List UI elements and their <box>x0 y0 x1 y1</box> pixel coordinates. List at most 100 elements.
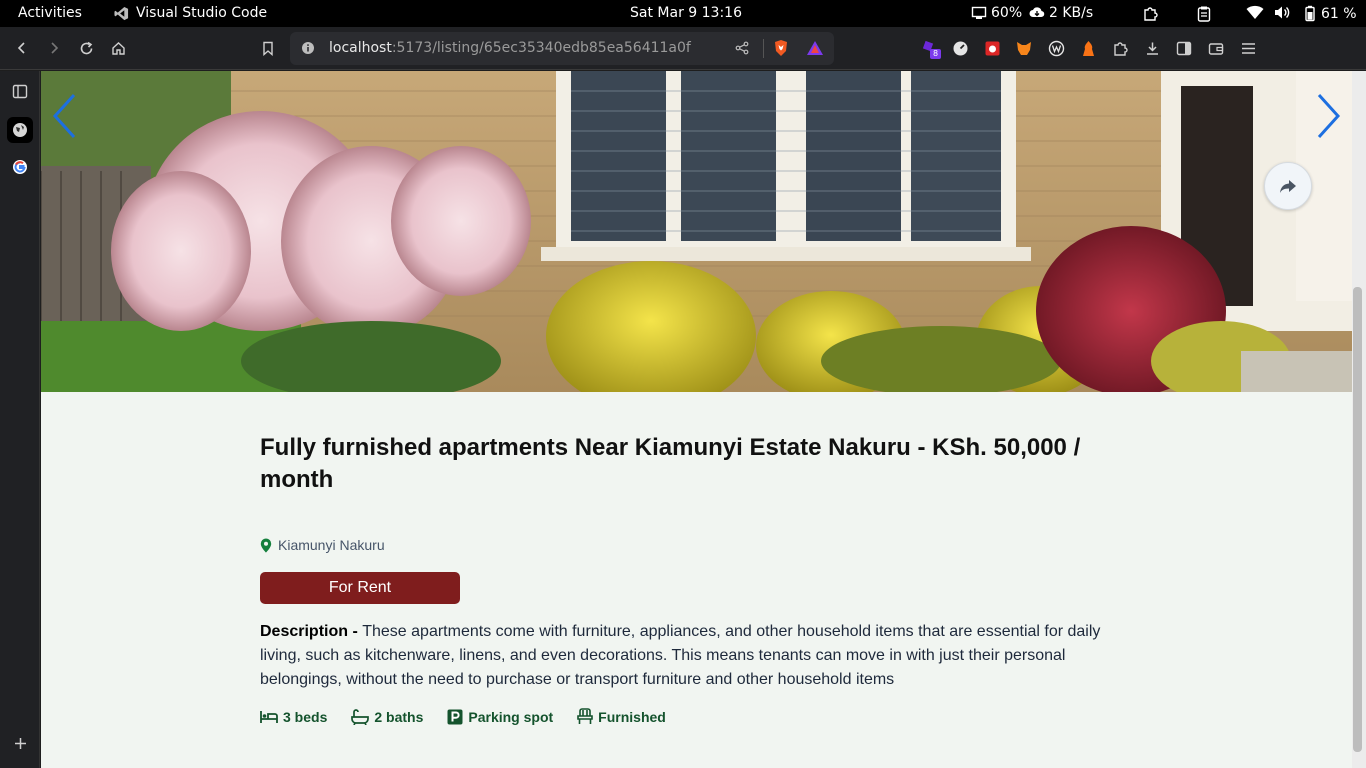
w-circle-icon <box>1048 40 1064 56</box>
listing-location: Kiamunyi Nakuru <box>260 537 385 553</box>
bed-icon <box>260 710 278 723</box>
downloads-button[interactable] <box>1138 35 1166 61</box>
extension-button-1[interactable]: 8 <box>917 35 945 61</box>
google-icon <box>13 160 27 174</box>
brave-shields-icon[interactable] <box>773 39 789 57</box>
url-text[interactable]: localhost:5173/listing/65ec35340edb85ea5… <box>329 40 691 56</box>
divider <box>763 39 764 58</box>
download-icon <box>1146 42 1158 55</box>
scrollbar-thumb[interactable] <box>1353 287 1362 752</box>
description-label: Description - <box>260 623 363 640</box>
forward-button[interactable] <box>40 35 68 61</box>
plus-icon <box>14 737 26 749</box>
status-badge: For Rent <box>260 572 460 604</box>
reload-icon <box>80 41 92 54</box>
cpu-value: 60% <box>991 5 1023 21</box>
gauge-icon <box>953 41 967 55</box>
bookmark-button[interactable] <box>254 35 282 61</box>
battery-icon <box>1303 5 1317 22</box>
share-button[interactable] <box>1264 162 1312 210</box>
home-icon <box>111 41 125 55</box>
app-menu[interactable]: Visual Studio Code <box>114 5 267 21</box>
battery-indicator[interactable]: 61 % <box>1303 5 1357 22</box>
menu-button[interactable] <box>1234 35 1262 61</box>
listing-title: Fully furnished apartments Near Kiamunyi… <box>260 434 1081 493</box>
back-button[interactable] <box>8 35 36 61</box>
bookmark-icon <box>263 41 273 56</box>
listing-description: Description - These apartments come with… <box>260 620 1140 692</box>
cloud-download-icon <box>1029 6 1045 20</box>
feature-furnished: Furnished <box>577 708 666 725</box>
extension-button-3[interactable] <box>978 35 1006 61</box>
activities-button[interactable]: Activities <box>18 5 82 21</box>
map-pin-icon <box>260 538 272 552</box>
listing-details: Fully furnished apartments Near Kiamunyi… <box>260 432 1140 725</box>
side-panel-add[interactable] <box>7 730 33 756</box>
volume-icon[interactable] <box>1274 5 1291 20</box>
chair-icon <box>577 708 593 724</box>
parking-text: Parking spot <box>468 708 554 725</box>
puzzle-icon <box>1113 41 1128 56</box>
app-name: Visual Studio Code <box>136 5 268 21</box>
furnished-text: Furnished <box>598 708 666 725</box>
bath-icon <box>351 708 370 725</box>
web-page: Fully furnished apartments Near Kiamunyi… <box>41 71 1352 768</box>
side-panel-tab-active[interactable] <box>7 117 33 143</box>
flame-figure-icon <box>1082 40 1094 56</box>
carousel-next-arrow[interactable] <box>1313 93 1343 139</box>
side-panel-toggle[interactable] <box>7 78 33 104</box>
system-top-bar: Activities Visual Studio Code Sat Mar 9 … <box>0 0 1366 27</box>
home-button[interactable] <box>104 35 132 61</box>
net-speed-value: 2 KB/s <box>1049 5 1094 21</box>
address-bar[interactable]: localhost:5173/listing/65ec35340edb85ea5… <box>290 32 834 65</box>
location-text: Kiamunyi Nakuru <box>278 537 385 553</box>
site-info-icon[interactable] <box>301 41 315 55</box>
cpu-icon <box>971 6 987 20</box>
sidebar-icon <box>1176 41 1192 55</box>
extensions-tray-icon[interactable] <box>1142 5 1159 22</box>
listing-image-carousel[interactable] <box>41 71 1352 392</box>
parking-icon <box>447 709 463 724</box>
sidebar-toggle-button[interactable] <box>1170 35 1198 61</box>
vscode-icon <box>114 6 129 21</box>
wallet-icon <box>1208 42 1224 55</box>
feature-parking: Parking spot <box>447 708 553 725</box>
beds-text: 3 beds <box>283 708 328 725</box>
browser-side-panel <box>0 71 40 768</box>
metamask-fox-icon <box>1017 41 1031 55</box>
globe-icon <box>13 123 27 137</box>
carousel-prev-arrow[interactable] <box>50 93 80 139</box>
house-photo <box>41 71 1352 392</box>
extension-badge: 8 <box>930 49 942 59</box>
side-panel-google[interactable] <box>7 154 33 180</box>
brave-rewards-icon[interactable] <box>806 40 824 56</box>
chevron-right-icon <box>51 42 59 54</box>
description-text: These apartments come with furniture, ap… <box>260 623 1101 688</box>
battery-value: 61 % <box>1321 5 1357 22</box>
wifi-icon[interactable] <box>1246 5 1264 20</box>
extension-button-4[interactable] <box>1010 35 1038 61</box>
extensions-button[interactable] <box>1106 35 1134 61</box>
baths-text: 2 baths <box>374 708 424 725</box>
extension-button-6[interactable] <box>1074 35 1102 61</box>
clock[interactable]: Sat Mar 9 13:16 <box>630 5 742 21</box>
share-url-icon[interactable] <box>735 41 749 55</box>
feature-beds: 3 beds <box>260 708 327 725</box>
feature-baths: 2 baths <box>351 708 423 725</box>
chevron-left-icon <box>17 42 25 54</box>
url-path: :5173/listing/65ec35340edb85ea56411a0f <box>391 40 691 56</box>
browser-toolbar: localhost:5173/listing/65ec35340edb85ea5… <box>0 27 1366 70</box>
cpu-indicator[interactable]: 60% <box>971 5 1022 21</box>
url-host: localhost <box>329 40 392 56</box>
share-arrow-icon <box>1280 179 1296 193</box>
panel-icon <box>12 84 28 98</box>
bug-icon <box>985 41 999 55</box>
reload-button[interactable] <box>72 35 100 61</box>
clipboard-icon[interactable] <box>1196 5 1212 22</box>
listing-features: 3 beds 2 baths Parking spot Furnished <box>260 708 666 725</box>
network-speed-indicator[interactable]: 2 KB/s <box>1029 5 1093 21</box>
extension-button-2[interactable] <box>946 35 974 61</box>
wallet-button[interactable] <box>1202 35 1230 61</box>
extension-button-5[interactable] <box>1042 35 1070 61</box>
hamburger-menu-icon <box>1241 42 1255 54</box>
